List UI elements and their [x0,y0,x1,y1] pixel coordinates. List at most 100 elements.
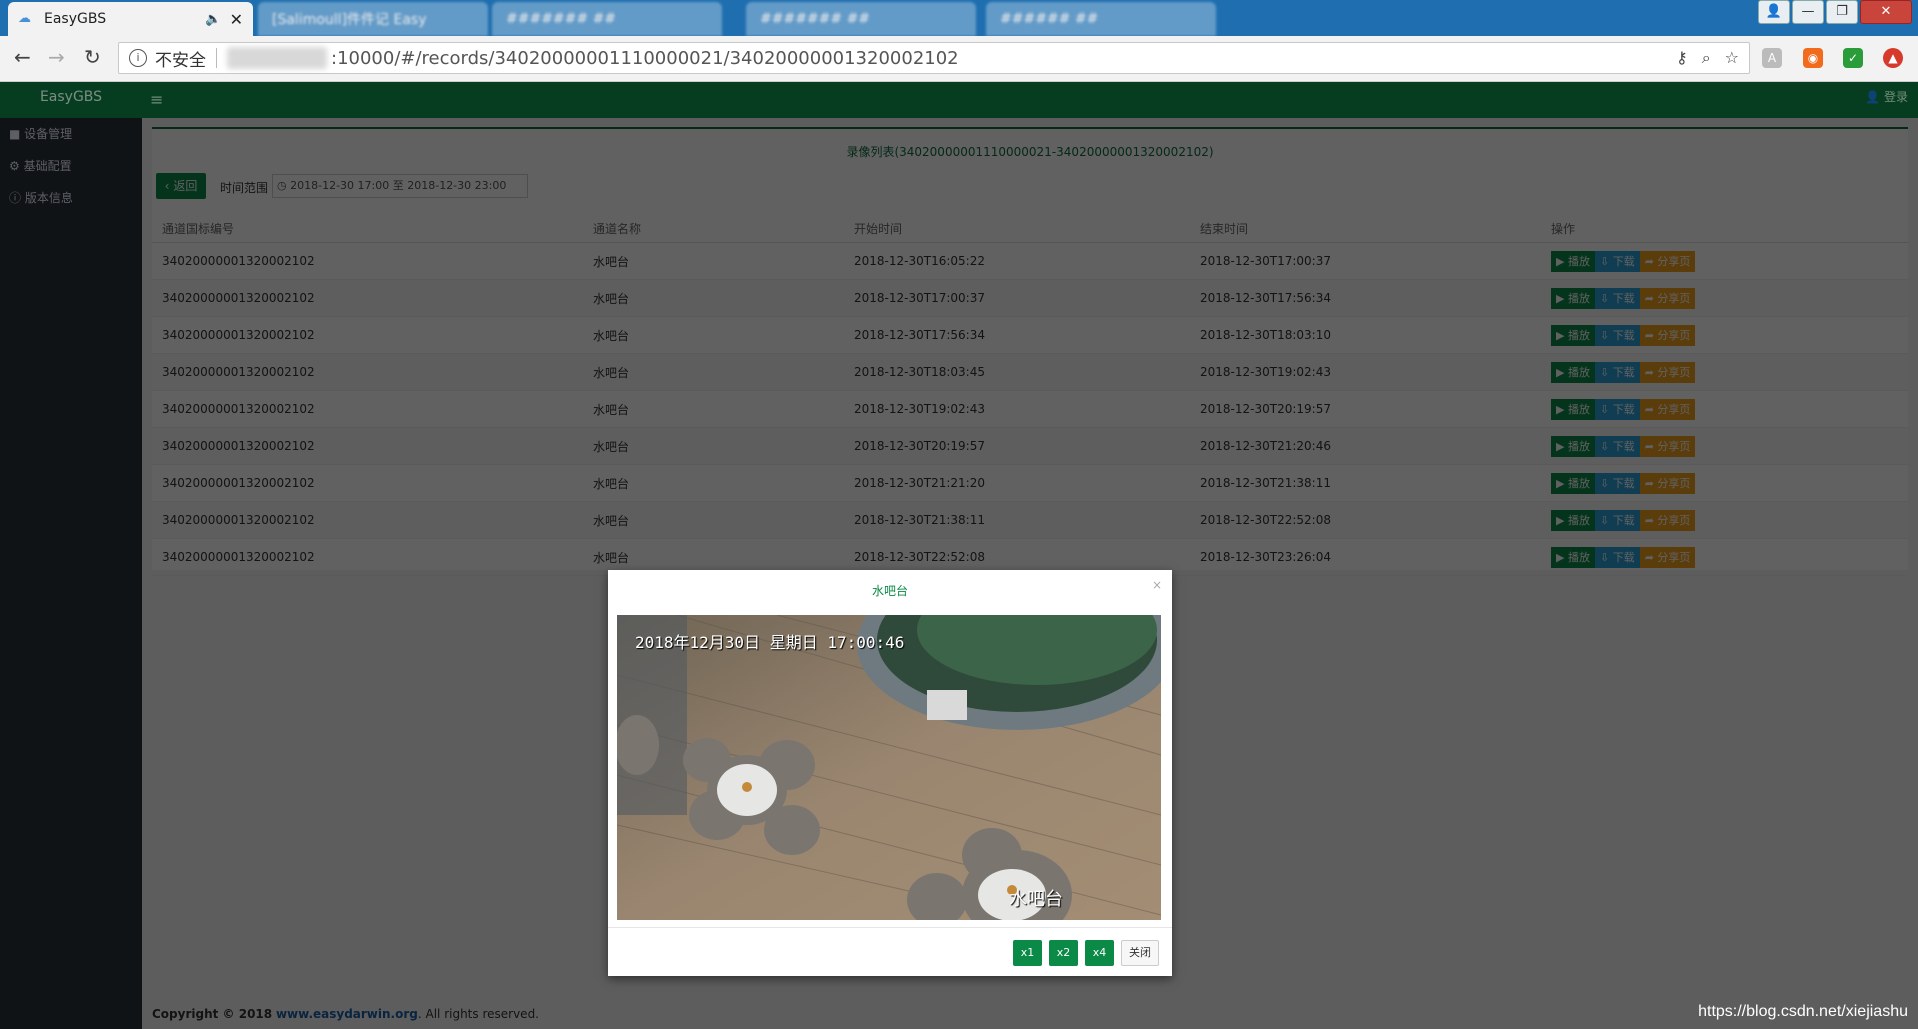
modal-close-icon[interactable]: × [1152,578,1162,592]
minimize-button[interactable]: — [1792,0,1824,24]
column-header: 结束时间 [1190,214,1541,243]
camera-frame [617,615,1161,920]
download-button[interactable]: ⇩ 下载 [1594,509,1640,531]
play-button[interactable]: ▶ 播放 [1551,435,1595,457]
red-extension-icon[interactable]: ▲ [1883,48,1903,68]
orange-extension-icon[interactable]: ◉ [1803,48,1823,68]
share-button[interactable]: ➦ 分享页 [1639,546,1696,568]
share-button[interactable]: ➦ 分享页 [1639,324,1696,346]
download-button[interactable]: ⇩ 下载 [1594,435,1640,457]
forward-arrow-icon[interactable]: → [48,45,65,69]
key-icon[interactable]: ⚷ [1676,48,1688,68]
speaker-icon[interactable]: 🔈 [205,12,221,27]
sidebar-item-version[interactable]: ⓘ 版本信息 [0,182,142,214]
table-row: 34020000001320002102 水吧台 2018-12-30T17:00:… [152,279,1908,317]
play-button[interactable]: ▶ 播放 [1551,546,1595,568]
share-button[interactable]: ➦ 分享页 [1639,435,1696,457]
cell-end-time: 2018-12-30T21:38:11 [1190,464,1541,502]
info-circle-icon: ⓘ [9,191,22,205]
play-button[interactable]: ▶ 播放 [1551,361,1595,383]
speed-x2-button[interactable]: x2 [1049,940,1078,966]
sidebar-item-label: 版本信息 [24,191,73,205]
cell-end-time: 2018-12-30T20:19:57 [1190,390,1541,428]
back-arrow-icon[interactable]: ← [14,45,31,69]
speed-x1-button[interactable]: x1 [1013,940,1042,966]
download-button[interactable]: ⇩ 下载 [1594,398,1640,420]
osd-channel-name: 水吧台 [1009,889,1063,910]
sidebar-item-devices[interactable]: ■ 设备管理 [0,118,142,150]
download-button[interactable]: ⇩ 下载 [1594,361,1640,383]
share-button[interactable]: ➦ 分享页 [1639,398,1696,420]
tab-close-icon[interactable]: ✕ [230,10,243,29]
play-button[interactable]: ▶ 播放 [1551,509,1595,531]
cell-actions: ▶ 播放 ⇩ 下载 ➦ 分享页 [1541,242,1908,280]
download-button[interactable]: ⇩ 下载 [1594,250,1640,272]
cell-start-time: 2018-12-30T21:21:20 [844,464,1190,502]
address-url[interactable]: :10000/#/records/34020000001110000021/34… [331,48,959,69]
user-icon: 👤 [1865,90,1881,104]
time-range-input[interactable]: ◷ 2018-12-30 17:00 至 2018-12-30 23:00 [272,174,528,198]
play-button[interactable]: ▶ 播放 [1551,250,1595,272]
play-button-label: 播放 [1567,476,1590,490]
security-indicator[interactable]: 不安全 [155,46,206,71]
browser-tab-active[interactable]: ☁ EasyGBS 🔈 ✕ [8,2,253,36]
share-button[interactable]: ➦ 分享页 [1639,509,1696,531]
back-button[interactable]: ‹ 返回 [156,173,206,199]
address-bar[interactable]: i 不安全 :10000/#/records/34020000001110000… [118,42,1750,74]
cell-actions: ▶ 播放 ⇩ 下载 ➦ 分享页 [1541,538,1908,576]
footer-link[interactable]: www.easydarwin.org [276,1007,418,1021]
zoom-icon[interactable]: ⌕ [1702,48,1711,68]
address-separator [216,48,217,68]
browser-tab[interactable]: ####### ## [492,2,722,36]
play-button[interactable]: ▶ 播放 [1551,472,1595,494]
video-player[interactable]: 2018年12月30日 星期日 17:00:46 水吧台 [617,615,1161,920]
download-icon: ⇩ [1599,402,1613,416]
play-button[interactable]: ▶ 播放 [1551,324,1595,346]
modal-close-button[interactable]: 关闭 [1121,940,1159,966]
download-button-label: 下载 [1612,365,1635,379]
play-button[interactable]: ▶ 播放 [1551,398,1595,420]
download-button-label: 下载 [1612,513,1635,527]
cell-actions: ▶ 播放 ⇩ 下载 ➦ 分享页 [1541,464,1908,502]
download-button[interactable]: ⇩ 下载 [1594,287,1640,309]
menu-toggle-icon[interactable]: ≡ [150,90,163,109]
shield-extension-icon[interactable]: ✓ [1843,48,1863,68]
speed-x4-button[interactable]: x4 [1085,940,1114,966]
app-brand[interactable]: EasyGBS [0,82,142,118]
share-button[interactable]: ➦ 分享页 [1639,250,1696,272]
reload-icon[interactable]: ↻ [84,45,101,69]
download-button[interactable]: ⇩ 下载 [1594,472,1640,494]
user-profile-button[interactable]: 👤 [1758,0,1790,24]
pdf-extension-icon[interactable]: A [1762,48,1782,68]
share-button[interactable]: ➦ 分享页 [1639,472,1696,494]
download-button[interactable]: ⇩ 下载 [1594,546,1640,568]
browser-tab[interactable]: [Salimoull]件件记 Easy [258,2,488,36]
sidebar-item-config[interactable]: ⚙ 基础配置 [0,150,142,182]
table-row: 34020000001320002102 水吧台 2018-12-30T21:38:… [152,501,1908,539]
login-link[interactable]: 👤 登录 [1865,88,1908,105]
cell-end-time: 2018-12-30T22:52:08 [1190,501,1541,539]
share-icon: ➦ [1644,550,1658,564]
download-icon: ⇩ [1599,291,1613,305]
info-icon[interactable]: i [129,49,147,67]
play-button[interactable]: ▶ 播放 [1551,287,1595,309]
browser-tab[interactable]: ###### ## [986,2,1216,36]
cell-end-time: 2018-12-30T23:26:04 [1190,538,1541,576]
play-circle-icon: ▶ [1556,439,1568,453]
column-header: 通道国标编号 [152,214,583,243]
row-actions: ▶ 播放 ⇩ 下载 ➦ 分享页 [1551,287,1907,309]
download-button[interactable]: ⇩ 下载 [1594,324,1640,346]
play-circle-icon: ▶ [1556,291,1568,305]
row-actions: ▶ 播放 ⇩ 下载 ➦ 分享页 [1551,472,1907,494]
share-button[interactable]: ➦ 分享页 [1639,361,1696,383]
share-button[interactable]: ➦ 分享页 [1639,287,1696,309]
restore-button[interactable]: ❐ [1826,0,1858,24]
clock-icon: ◷ [277,179,287,192]
bookmark-star-icon[interactable]: ☆ [1725,48,1739,68]
download-button-label: 下载 [1612,550,1635,564]
time-range-value: 2018-12-30 17:00 至 2018-12-30 23:00 [290,179,507,192]
browser-tab[interactable]: ####### ## [746,2,976,36]
row-actions: ▶ 播放 ⇩ 下载 ➦ 分享页 [1551,509,1907,531]
window-close-button[interactable]: ✕ [1860,0,1912,24]
cell-start-time: 2018-12-30T19:02:43 [844,390,1190,428]
